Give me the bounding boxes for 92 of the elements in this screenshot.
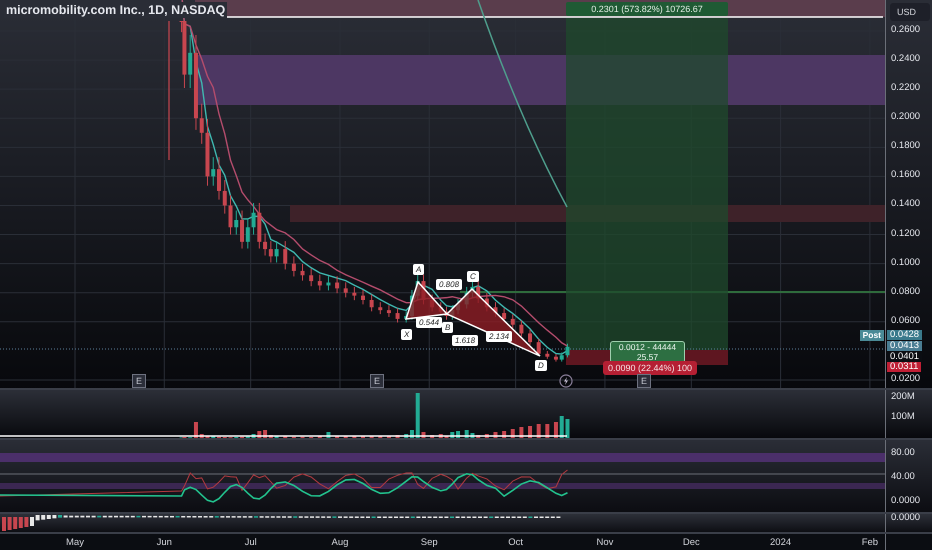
pattern-point-label: X	[401, 329, 412, 340]
candle	[519, 320, 524, 337]
candle	[370, 294, 374, 312]
volume-bar	[519, 427, 524, 438]
price-axis-label: 0.0800	[891, 286, 920, 297]
price-axis-label: 0.1200	[891, 228, 920, 239]
volume-bar	[344, 436, 348, 438]
volume-bar	[386, 436, 391, 438]
time-axis-label: Jun	[156, 537, 173, 548]
time-axis-label: Feb	[860, 537, 880, 548]
chart-title: micromobility.com Inc., 1D, NASDAQ	[4, 2, 228, 18]
candle	[283, 240, 288, 270]
price-axis-label: 0.1400	[891, 198, 920, 210]
volume-bar	[456, 431, 460, 438]
price-axis-label: 0.0600	[891, 314, 920, 326]
volume-bar	[502, 431, 506, 438]
time-axis-label: May	[65, 537, 85, 548]
time-axis-label: 2024	[769, 537, 792, 548]
time-axis-label: Sep	[420, 537, 439, 548]
price-label: 0.0413	[887, 341, 922, 351]
volume-bar	[545, 424, 550, 438]
candle	[386, 304, 391, 318]
earnings-marker[interactable]: E	[637, 374, 651, 388]
rsi-axis-label: 80.00	[891, 447, 915, 458]
price-axis-label: 0.2000	[891, 111, 920, 122]
volume-bar	[438, 434, 443, 438]
currency-button[interactable]: USD	[890, 3, 930, 21]
stop-loss-label: 0.0090 (22.44%) 100	[603, 361, 698, 375]
price-label: 0.0428	[887, 330, 922, 340]
candle	[292, 256, 296, 277]
candle	[396, 308, 400, 323]
volume-bar	[430, 435, 434, 438]
time-axis-label: Aug	[330, 537, 350, 548]
volume-bar	[476, 435, 480, 438]
candle	[536, 338, 541, 356]
candle	[361, 289, 365, 305]
volume-bar	[510, 429, 515, 438]
pattern-point-label: D	[535, 360, 547, 371]
candle	[274, 240, 279, 263]
pattern-point-label: A	[413, 264, 424, 275]
profit-target-label: 0.2301 (573.82%) 10726.67	[566, 2, 728, 16]
volume-bar	[484, 434, 489, 438]
candle	[378, 302, 382, 315]
price-axis-label: 0.1000	[891, 256, 920, 268]
ratio-label: 2.134	[486, 331, 512, 342]
pattern-point-label: C	[467, 271, 479, 282]
earnings-marker[interactable]: E	[132, 374, 146, 388]
candle	[211, 156, 216, 186]
price-label: 0.0401	[887, 352, 922, 362]
price-axis-label: 0.2400	[891, 53, 920, 64]
volume-bar	[554, 422, 558, 438]
rsi-axis-label: 0.0000	[891, 495, 920, 506]
volume-axis-label: 200M	[891, 391, 915, 402]
ratio-label: 1.618	[452, 335, 478, 346]
price-label: 0.0311	[887, 362, 922, 372]
volume-bar	[326, 432, 330, 438]
candle	[528, 329, 532, 346]
price-axis-label: 0.2600	[891, 24, 920, 35]
session-label: Post	[860, 330, 884, 341]
candle	[222, 180, 227, 214]
candle	[318, 274, 322, 291]
time-axis-label: Jul	[244, 537, 258, 548]
ratio-label: 0.808	[436, 279, 462, 290]
volume-bar	[396, 435, 400, 438]
price-axis-label: 0.1800	[891, 140, 920, 152]
price-axis-label: 0.0200	[891, 372, 920, 384]
price-axis-label: 0.1600	[891, 169, 920, 180]
candle	[352, 286, 356, 301]
volume-bar	[528, 426, 532, 438]
time-axis-label: Oct	[507, 537, 524, 548]
candle	[300, 264, 305, 282]
candle	[326, 276, 330, 291]
candle	[545, 350, 550, 360]
price-axis-label: 0.2200	[891, 82, 920, 94]
rsi-axis-label: 40.00	[891, 471, 915, 482]
ratio-label: 0.544	[416, 317, 442, 328]
position-info-label: 0.0012 - 44444 25.57	[610, 341, 685, 363]
macd-axis-label: 0.0000	[891, 512, 920, 523]
volume-bar	[493, 432, 498, 438]
candle	[309, 268, 314, 287]
time-axis-label: Nov	[595, 537, 614, 548]
candle	[217, 156, 221, 200]
pattern-point-label: B	[442, 322, 454, 333]
candle	[335, 276, 340, 294]
candle	[554, 354, 558, 362]
time-axis-label: Dec	[682, 537, 701, 548]
candle	[510, 314, 515, 329]
volume-axis-label: 100M	[891, 411, 915, 422]
earnings-marker[interactable]: E	[370, 374, 384, 388]
lightning-icon[interactable]	[559, 374, 573, 388]
volume-bar	[536, 424, 541, 438]
candle	[344, 282, 348, 298]
